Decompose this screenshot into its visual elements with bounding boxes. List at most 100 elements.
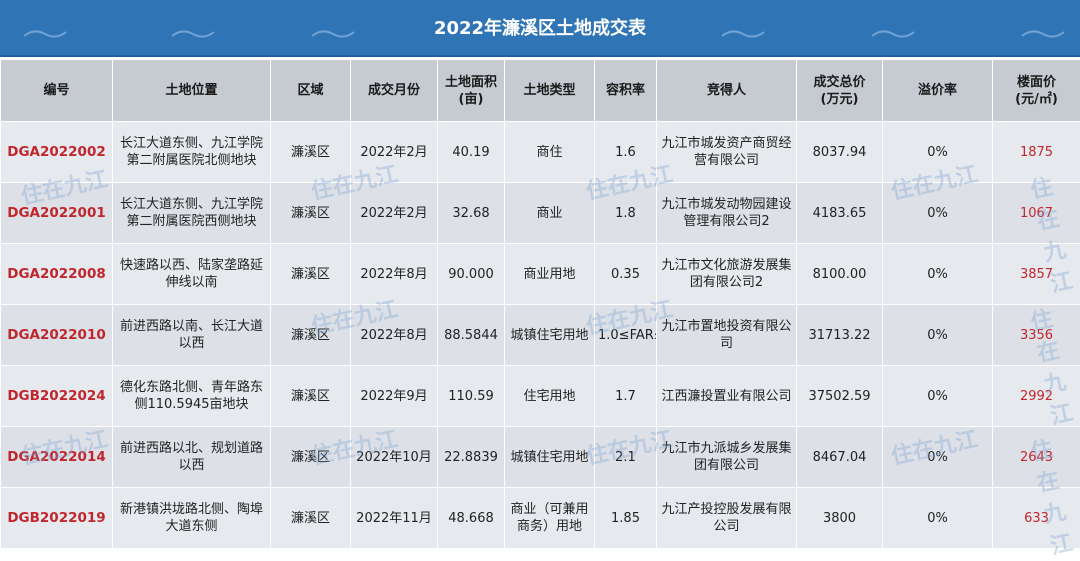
plot-code-cell: DGA2022008 xyxy=(1,244,113,305)
land-type-cell: 商业（可兼用商务）用地 xyxy=(505,488,595,549)
column-header: 编号 xyxy=(1,60,113,122)
column-header: 竞得人 xyxy=(657,60,797,122)
table-row: DGA2022008快速路以西、陆家垄路延伸线以南濂溪区2022年8月90.00… xyxy=(1,244,1080,305)
table-row: DGB2022019新港镇洪垅路北侧、陶埠大道东侧濂溪区2022年11月48.6… xyxy=(1,488,1080,549)
deal-month-cell: 2022年8月 xyxy=(351,305,438,366)
total-price-cell: 31713.22 xyxy=(797,305,883,366)
plot-ratio-cell: 1.0≤FAR≤1.6 xyxy=(595,305,657,366)
land-location-cell: 前进西路以北、规划道路以西 xyxy=(113,427,271,488)
deal-month-cell: 2022年10月 xyxy=(351,427,438,488)
land-area-cell: 48.668 xyxy=(438,488,505,549)
column-header: 溢价率 xyxy=(883,60,993,122)
column-header: 土地位置 xyxy=(113,60,271,122)
land-area-cell: 90.000 xyxy=(438,244,505,305)
table-header-row: 编号土地位置区域成交月份土地面积(亩)土地类型容积率竞得人成交总价(万元)溢价率… xyxy=(1,60,1080,122)
district-cell: 濂溪区 xyxy=(271,366,351,427)
floor-price-cell: 1067 xyxy=(993,183,1080,244)
land-type-cell: 住宅用地 xyxy=(505,366,595,427)
winning-bidder-cell: 九江市城发资产商贸经营有限公司 xyxy=(657,122,797,183)
district-cell: 濂溪区 xyxy=(271,244,351,305)
land-type-cell: 商业用地 xyxy=(505,244,595,305)
column-header: 区域 xyxy=(271,60,351,122)
title-bar: 2022年濂溪区土地成交表 xyxy=(0,0,1080,57)
premium-rate-cell: 0% xyxy=(883,183,993,244)
floor-price-cell: 3356 xyxy=(993,305,1080,366)
land-type-cell: 城镇住宅用地 xyxy=(505,305,595,366)
table-row: DGA2022002长江大道东侧、九江学院第二附属医院北侧地块濂溪区2022年2… xyxy=(1,122,1080,183)
land-area-cell: 32.68 xyxy=(438,183,505,244)
land-area-cell: 22.8839 xyxy=(438,427,505,488)
land-area-cell: 88.5844 xyxy=(438,305,505,366)
district-cell: 濂溪区 xyxy=(271,305,351,366)
plot-ratio-cell: 2.1 xyxy=(595,427,657,488)
land-area-cell: 110.59 xyxy=(438,366,505,427)
total-price-cell: 8037.94 xyxy=(797,122,883,183)
premium-rate-cell: 0% xyxy=(883,366,993,427)
land-location-cell: 德化东路北侧、青年路东侧110.5945亩地块 xyxy=(113,366,271,427)
premium-rate-cell: 0% xyxy=(883,488,993,549)
plot-code-cell: DGA2022002 xyxy=(1,122,113,183)
total-price-cell: 8467.04 xyxy=(797,427,883,488)
table-row: DGB2022024德化东路北侧、青年路东侧110.5945亩地块濂溪区2022… xyxy=(1,366,1080,427)
land-type-cell: 城镇住宅用地 xyxy=(505,427,595,488)
land-location-cell: 新港镇洪垅路北侧、陶埠大道东侧 xyxy=(113,488,271,549)
total-price-cell: 37502.59 xyxy=(797,366,883,427)
total-price-cell: 4183.65 xyxy=(797,183,883,244)
deal-month-cell: 2022年8月 xyxy=(351,244,438,305)
land-area-cell: 40.19 xyxy=(438,122,505,183)
plot-ratio-cell: 0.35 xyxy=(595,244,657,305)
page-title: 2022年濂溪区土地成交表 xyxy=(0,0,1080,57)
floor-price-cell: 633 xyxy=(993,488,1080,549)
total-price-cell: 3800 xyxy=(797,488,883,549)
deal-month-cell: 2022年9月 xyxy=(351,366,438,427)
land-location-cell: 前进西路以南、长江大道以西 xyxy=(113,305,271,366)
plot-code-cell: DGA2022001 xyxy=(1,183,113,244)
table-row: DGA2022010前进西路以南、长江大道以西濂溪区2022年8月88.5844… xyxy=(1,305,1080,366)
winning-bidder-cell: 江西濂投置业有限公司 xyxy=(657,366,797,427)
column-header: 土地类型 xyxy=(505,60,595,122)
land-transaction-table: 编号土地位置区域成交月份土地面积(亩)土地类型容积率竞得人成交总价(万元)溢价率… xyxy=(0,59,1080,549)
column-header: 楼面价(元/㎡) xyxy=(993,60,1080,122)
winning-bidder-cell: 九江产投控股发展有限公司 xyxy=(657,488,797,549)
column-header: 容积率 xyxy=(595,60,657,122)
premium-rate-cell: 0% xyxy=(883,305,993,366)
winning-bidder-cell: 九江市置地投资有限公司 xyxy=(657,305,797,366)
column-header: 成交月份 xyxy=(351,60,438,122)
winning-bidder-cell: 九江市城发动物园建设管理有限公司2 xyxy=(657,183,797,244)
winning-bidder-cell: 九江市九派城乡发展集团有限公司 xyxy=(657,427,797,488)
district-cell: 濂溪区 xyxy=(271,183,351,244)
land-type-cell: 商业 xyxy=(505,183,595,244)
plot-code-cell: DGA2022010 xyxy=(1,305,113,366)
land-location-cell: 长江大道东侧、九江学院第二附属医院西侧地块 xyxy=(113,183,271,244)
district-cell: 濂溪区 xyxy=(271,488,351,549)
column-header: 土地面积(亩) xyxy=(438,60,505,122)
floor-price-cell: 1875 xyxy=(993,122,1080,183)
table-body: DGA2022002长江大道东侧、九江学院第二附属医院北侧地块濂溪区2022年2… xyxy=(1,122,1080,549)
table-row: DGA2022001长江大道东侧、九江学院第二附属医院西侧地块濂溪区2022年2… xyxy=(1,183,1080,244)
land-location-cell: 快速路以西、陆家垄路延伸线以南 xyxy=(113,244,271,305)
plot-code-cell: DGB2022019 xyxy=(1,488,113,549)
plot-code-cell: DGB2022024 xyxy=(1,366,113,427)
premium-rate-cell: 0% xyxy=(883,244,993,305)
total-price-cell: 8100.00 xyxy=(797,244,883,305)
district-cell: 濂溪区 xyxy=(271,427,351,488)
column-header: 成交总价(万元) xyxy=(797,60,883,122)
plot-ratio-cell: 1.6 xyxy=(595,122,657,183)
floor-price-cell: 2992 xyxy=(993,366,1080,427)
plot-ratio-cell: 1.7 xyxy=(595,366,657,427)
deal-month-cell: 2022年11月 xyxy=(351,488,438,549)
plot-ratio-cell: 1.8 xyxy=(595,183,657,244)
district-cell: 濂溪区 xyxy=(271,122,351,183)
premium-rate-cell: 0% xyxy=(883,427,993,488)
plot-code-cell: DGA2022014 xyxy=(1,427,113,488)
floor-price-cell: 2643 xyxy=(993,427,1080,488)
winning-bidder-cell: 九江市文化旅游发展集团有限公司2 xyxy=(657,244,797,305)
premium-rate-cell: 0% xyxy=(883,122,993,183)
land-type-cell: 商住 xyxy=(505,122,595,183)
deal-month-cell: 2022年2月 xyxy=(351,122,438,183)
floor-price-cell: 3857 xyxy=(993,244,1080,305)
plot-ratio-cell: 1.85 xyxy=(595,488,657,549)
table-row: DGA2022014前进西路以北、规划道路以西濂溪区2022年10月22.883… xyxy=(1,427,1080,488)
deal-month-cell: 2022年2月 xyxy=(351,183,438,244)
land-location-cell: 长江大道东侧、九江学院第二附属医院北侧地块 xyxy=(113,122,271,183)
